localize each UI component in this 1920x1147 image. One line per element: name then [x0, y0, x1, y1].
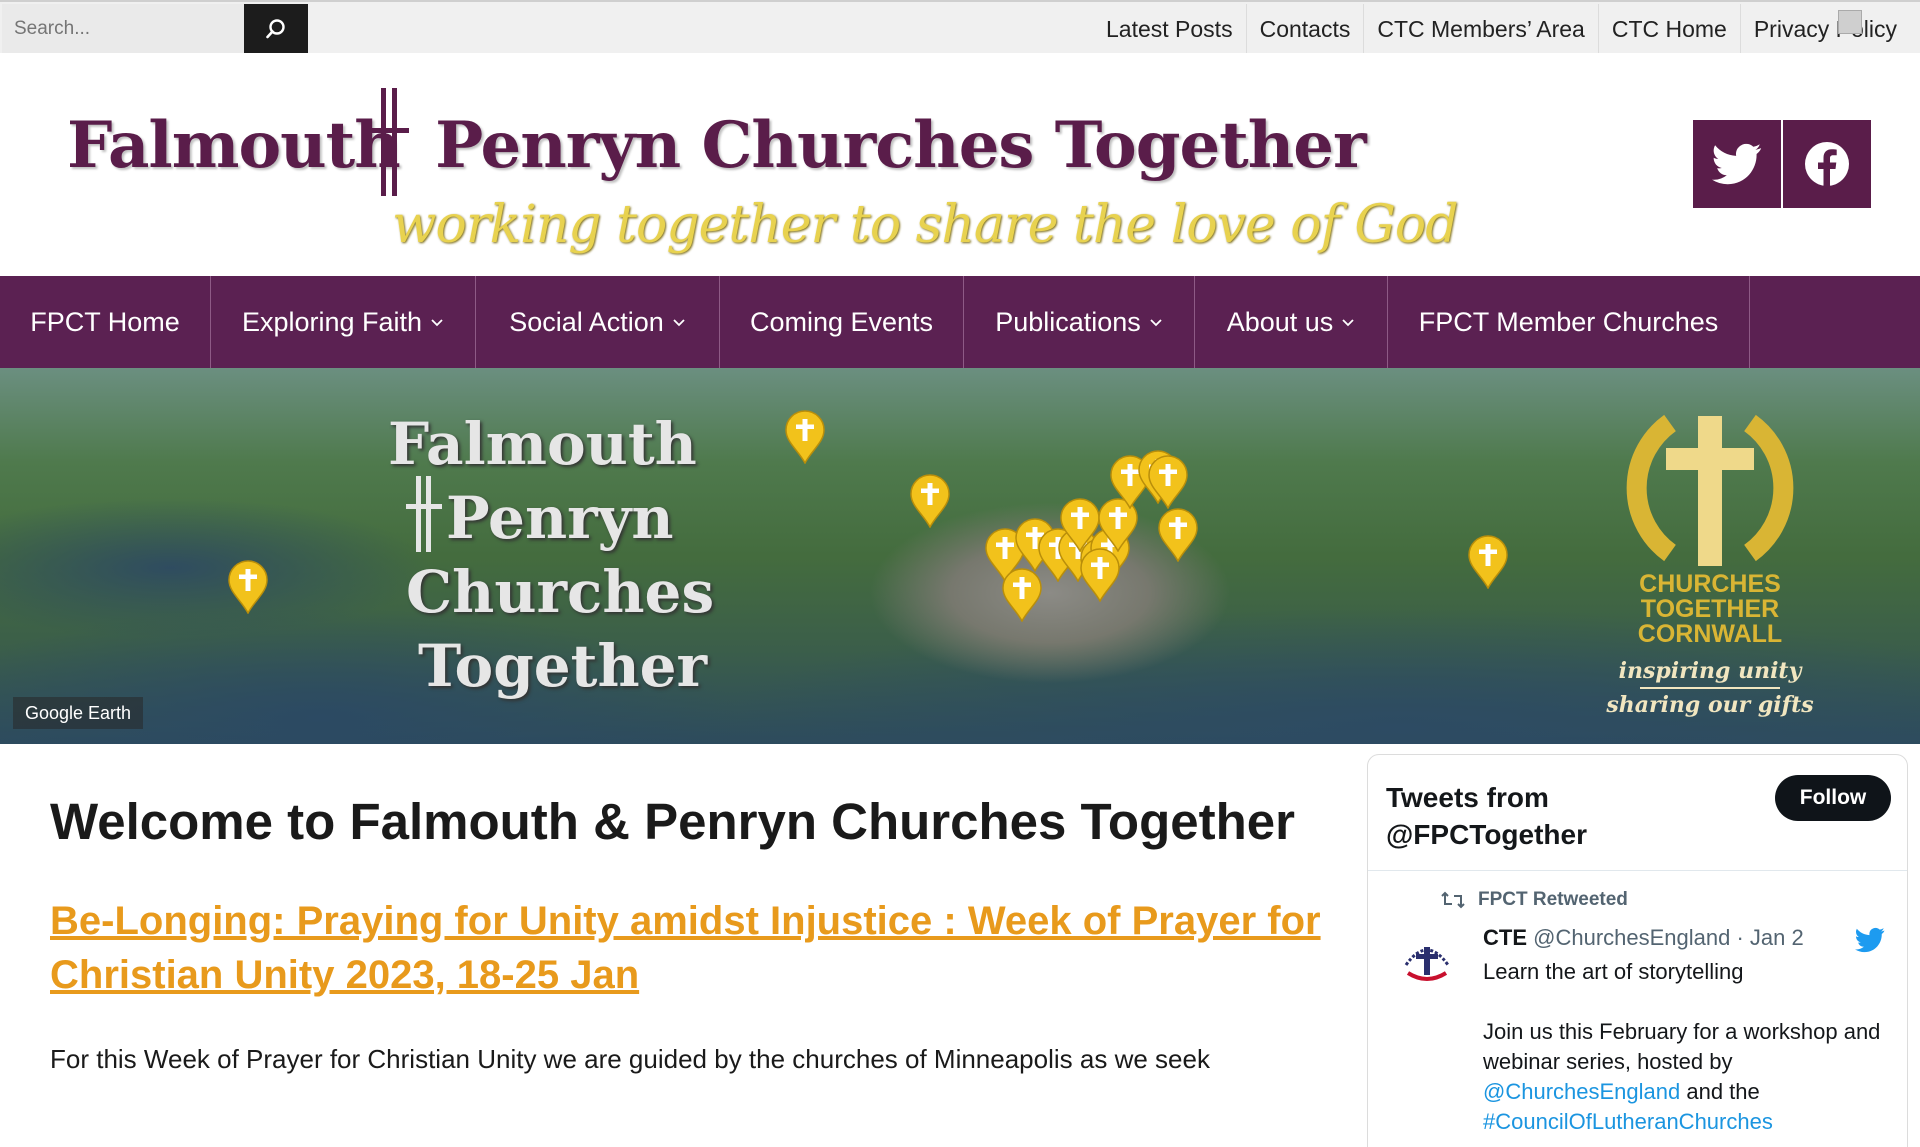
top-nav-ctc-members-area[interactable]: CTC Members’ Area [1363, 4, 1597, 54]
top-nav-latest-posts[interactable]: Latest Posts [1093, 4, 1246, 54]
tweet-text-line: @ChurchesEngland and the [1483, 1079, 1760, 1105]
nav-label: Social Action [509, 306, 664, 337]
banner-line-falmouth: Falmouth [388, 410, 697, 478]
ctc-logo[interactable]: CHURCHES TOGETHER CORNWALL inspiring uni… [1600, 408, 1820, 728]
cross-icon [406, 476, 442, 552]
post-excerpt: For this Week of Prayer for Christian Un… [50, 1044, 1210, 1074]
retweet-label: FPCT Retweeted [1478, 889, 1628, 910]
tweet-text: and the [1680, 1079, 1760, 1104]
church-pin-icon[interactable] [1001, 568, 1043, 622]
nav-label: Coming Events [749, 306, 934, 337]
nav-about-us[interactable]: About us [1195, 276, 1388, 368]
church-pin-icon[interactable] [784, 410, 826, 464]
twitter-widget-header: Tweets from @FPCTogether Follow [1368, 755, 1907, 871]
twitter-title-handle[interactable]: @FPCTogether [1386, 816, 1587, 853]
church-pin-icon[interactable] [909, 474, 951, 528]
tweet-author[interactable]: CTE @ChurchesEngland · Jan 2 [1483, 925, 1804, 951]
nav-coming-events[interactable]: Coming Events [720, 276, 964, 368]
ctc-motto-line: inspiring unity [1618, 658, 1802, 684]
banner-line-penryn: Penryn [446, 484, 674, 552]
church-pin-icon[interactable] [1059, 498, 1101, 552]
page-title: Welcome to Falmouth & Penryn Churches To… [50, 793, 1295, 850]
chevron-down-icon [431, 319, 443, 327]
site-title: Falmouth Penryn Churches Together [67, 108, 1367, 183]
main-content: Welcome to Falmouth & Penryn Churches To… [50, 790, 1340, 1075]
nav-fpct-member-churches[interactable]: FPCT Member Churches [1388, 276, 1750, 368]
post-title-link[interactable]: Be-Longing: Praying for Unity amidst Inj… [50, 894, 1340, 1002]
tweet-author-handle: @ChurchesEngland · Jan 2 [1533, 925, 1804, 950]
tweet-text-line: webinar series, hosted by [1483, 1049, 1733, 1074]
top-nav: Latest Posts Contacts CTC Members’ Area … [1093, 4, 1910, 54]
tweet-text-line: Join us this February for a workshop and [1483, 1019, 1881, 1044]
twitter-bird-icon[interactable] [1855, 927, 1885, 953]
cte-avatar[interactable] [1396, 929, 1458, 991]
twitter-title-line: Tweets from [1386, 782, 1549, 813]
top-nav-contacts[interactable]: Contacts [1245, 4, 1364, 54]
nav-label: FPCT Member Churches [1418, 306, 1719, 337]
site-header: Falmouth Penryn Churches Together workin… [0, 53, 1920, 276]
hero-banner: Falmouth Penryn Churches Together Google… [0, 368, 1920, 744]
chevron-down-icon [1150, 319, 1162, 327]
nav-publications[interactable]: Publications [964, 276, 1195, 368]
tweet-mention-link[interactable]: @ChurchesEngland [1483, 1079, 1680, 1104]
ctc-divider [1640, 687, 1780, 689]
twitter-widget-title: Tweets from @FPCTogether [1386, 779, 1587, 853]
nav-label: About us [1226, 306, 1334, 337]
banner-line-churches: Churches [406, 558, 715, 626]
twitter-timeline-widget: Tweets from @FPCTogether Follow FPCT Ret… [1367, 754, 1908, 1147]
ctc-motto-line: sharing our gifts [1606, 692, 1814, 718]
page: Latest Posts Contacts CTC Members’ Area … [0, 0, 1920, 1147]
nav-social-action[interactable]: Social Action [476, 276, 720, 368]
ctc-cross-logo-icon [1626, 414, 1794, 566]
church-pin-icon[interactable] [1467, 535, 1509, 589]
search-input[interactable] [2, 4, 244, 53]
facebook-button[interactable] [1783, 120, 1871, 208]
nav-fpct-home[interactable]: FPCT Home [0, 276, 211, 368]
main-nav: FPCT Home Exploring Faith Social Action … [0, 276, 1920, 368]
cross-icon [369, 88, 409, 196]
church-pin-icon[interactable] [1157, 508, 1199, 562]
top-nav-privacy-policy[interactable]: Privacy Policy [1739, 4, 1910, 54]
tweet-text-line: #CouncilOfLutheranChurches [1483, 1109, 1773, 1135]
google-earth-credit: Google Earth [13, 697, 143, 729]
church-pin-icon[interactable] [227, 560, 269, 614]
ctc-name-line: CORNWALL [1637, 620, 1783, 648]
nav-label: Exploring Faith [241, 306, 423, 337]
twitter-icon [1712, 143, 1762, 185]
avatar[interactable] [1838, 10, 1862, 34]
tweet-text-line: Learn the art of storytelling [1483, 959, 1744, 984]
church-pin-icon[interactable] [1079, 548, 1121, 602]
chevron-down-icon [673, 319, 685, 327]
top-bar: Latest Posts Contacts CTC Members’ Area … [0, 0, 1920, 54]
search-icon [266, 19, 285, 39]
ctc-name-line: CHURCHES [1639, 570, 1781, 598]
nav-label: FPCT Home [30, 306, 180, 337]
tweet-hashtag-link[interactable]: #CouncilOfLutheranChurches [1483, 1109, 1773, 1134]
twitter-button[interactable] [1693, 120, 1781, 208]
chevron-down-icon [1342, 319, 1354, 327]
facebook-icon [1805, 142, 1849, 186]
tweet-author-name: CTE [1483, 925, 1527, 950]
site-logo[interactable]: Falmouth Penryn Churches Together workin… [62, 83, 1459, 255]
follow-button[interactable]: Follow [1775, 775, 1891, 821]
retweet-indicator: FPCT Retweeted [1440, 889, 1628, 911]
banner-line-together: Together [418, 632, 708, 700]
site-tagline: working together to share the love of Go… [392, 195, 1459, 255]
church-pin-icon[interactable] [1147, 455, 1189, 509]
nav-exploring-faith[interactable]: Exploring Faith [211, 276, 476, 368]
search-button[interactable] [244, 4, 308, 54]
top-nav-ctc-home[interactable]: CTC Home [1597, 4, 1740, 54]
ctc-name-line: TOGETHER [1640, 595, 1780, 623]
retweet-icon [1441, 891, 1465, 909]
nav-label: Publications [995, 306, 1141, 337]
